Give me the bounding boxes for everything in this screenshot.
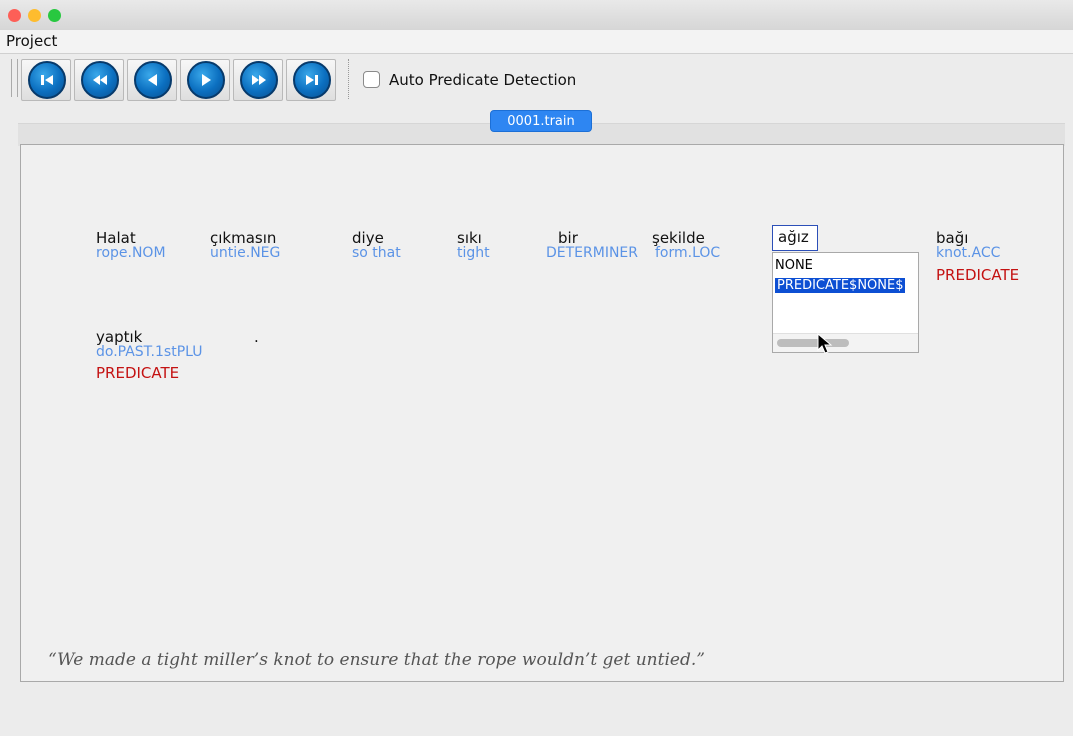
dropdown-horizontal-scrollbar[interactable] (773, 333, 918, 352)
fast-backward-icon (93, 75, 107, 85)
previous-icon (148, 74, 157, 86)
gloss-cikmasin: untie.NEG (210, 245, 281, 261)
predicate-tag-yaptik[interactable]: PREDICATE (96, 364, 179, 382)
fast-forward-button[interactable] (233, 59, 283, 101)
gloss-bir: DETERMINER (546, 245, 639, 261)
predicate-tag-bagi[interactable]: PREDICATE (936, 266, 1019, 284)
status-bar (0, 683, 1073, 736)
toolbar-separator (348, 59, 349, 99)
gloss-halat: rope.NOM (96, 245, 166, 261)
close-window-button[interactable] (8, 9, 21, 22)
menu-bar: Project (0, 30, 1073, 54)
auto-predicate-label[interactable]: Auto Predicate Detection (389, 71, 576, 89)
word-agiz-selected[interactable]: ağız (772, 225, 818, 251)
gloss-siki: tight (457, 245, 490, 261)
gloss-yaptik: do.PAST.1stPLU (96, 344, 203, 360)
fast-forward-icon (252, 75, 266, 85)
gloss-bagi: knot.ACC (936, 245, 1001, 261)
next-icon (202, 74, 211, 86)
skip-to-first-icon (41, 75, 53, 85)
menu-project[interactable]: Project (6, 32, 57, 50)
gloss-diye: so that (352, 245, 401, 261)
toolbar-grip[interactable] (11, 59, 18, 97)
english-translation: “We made a tight miller’s knot to ensure… (48, 650, 705, 670)
next-sentence-button[interactable] (180, 59, 230, 101)
previous-sentence-button[interactable] (127, 59, 177, 101)
gloss-sekilde: form.LOC (655, 245, 721, 261)
skip-to-last-icon (306, 75, 318, 85)
scrollbar-thumb[interactable] (777, 339, 849, 347)
mouse-pointer-icon (817, 333, 833, 354)
last-sentence-button[interactable] (286, 59, 336, 101)
tab-0001-train[interactable]: 0001.train (490, 110, 592, 132)
word-period[interactable]: . (254, 328, 259, 346)
fast-backward-button[interactable] (74, 59, 124, 101)
predicate-dropdown-list[interactable]: NONE PREDICATE$NONE$ (772, 252, 919, 353)
zoom-window-button[interactable] (48, 9, 61, 22)
toolbar: Auto Predicate Detection (0, 54, 1073, 106)
annotation-panel (20, 144, 1064, 682)
minimize-window-button[interactable] (28, 9, 41, 22)
first-sentence-button[interactable] (21, 59, 71, 101)
window-titlebar (0, 0, 1073, 31)
dropdown-option-none[interactable]: NONE (775, 258, 813, 273)
auto-predicate-checkbox[interactable] (363, 71, 380, 88)
dropdown-option-predicate-none[interactable]: PREDICATE$NONE$ (775, 278, 906, 293)
